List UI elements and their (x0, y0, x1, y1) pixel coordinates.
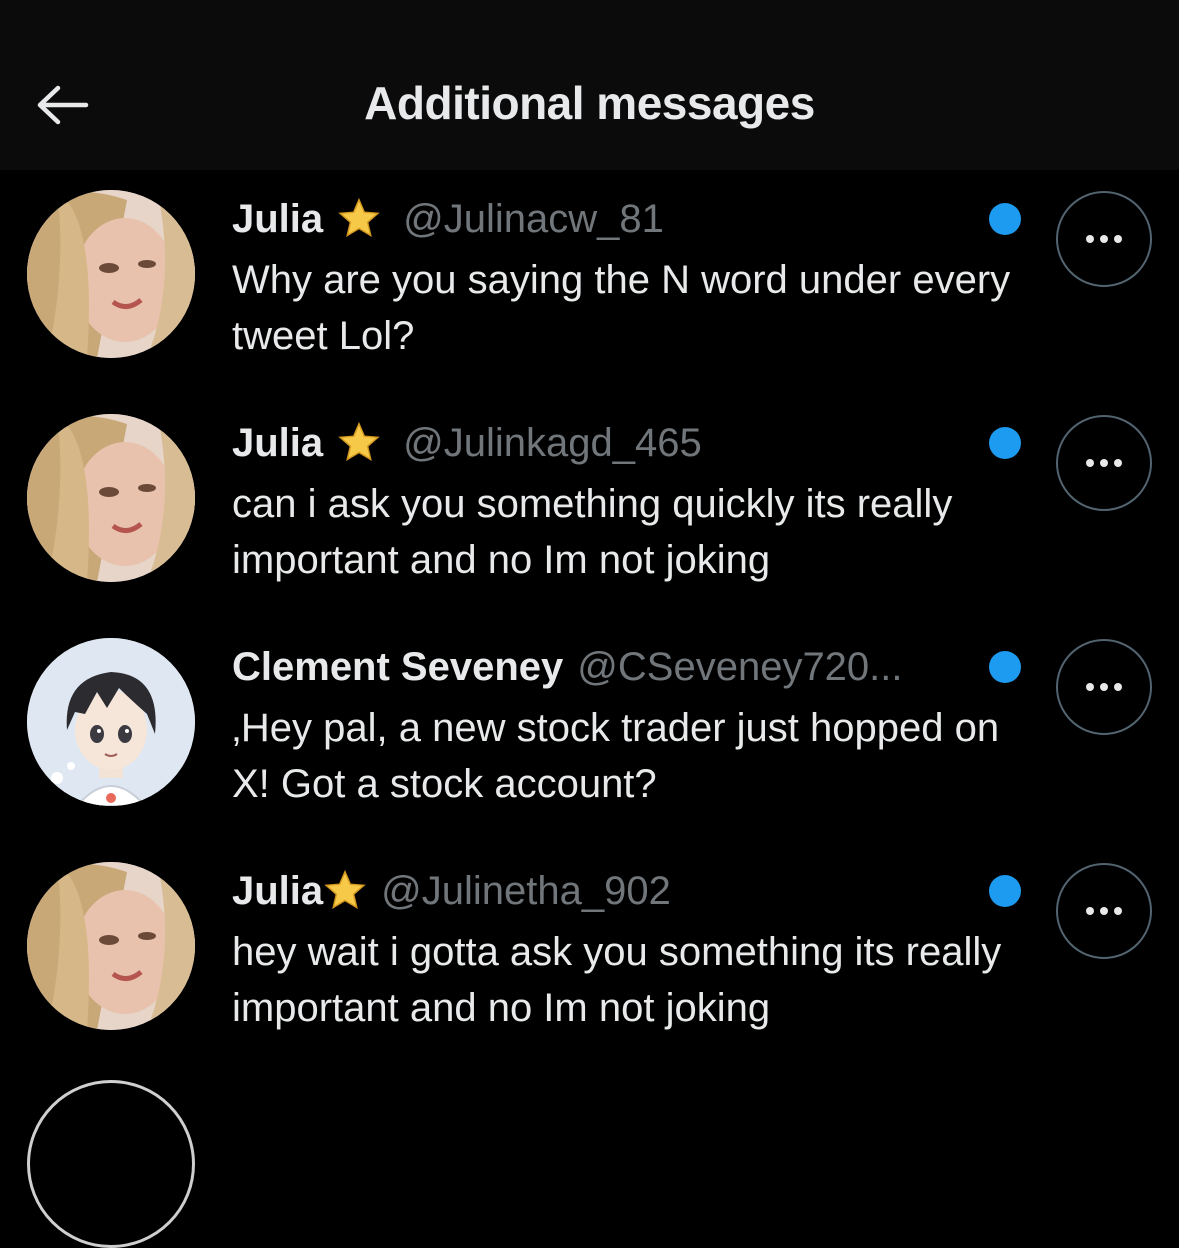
star-icon (337, 421, 381, 465)
more-options-button[interactable] (1056, 863, 1152, 959)
message-text: Why are you saying the N word under ever… (232, 258, 1011, 358)
message-header: Julia @Julinkagd_465 (232, 418, 702, 468)
unread-indicator (989, 427, 1021, 459)
avatar[interactable] (27, 190, 195, 358)
sender-handle: @Julinacw_81 (403, 196, 664, 241)
message-request-item[interactable]: Julia @Julinacw_81 Why are you saying th… (0, 170, 1179, 394)
avatar[interactable] (27, 1080, 195, 1248)
message-header: Clement Seveney @CSeveney720... (232, 642, 903, 692)
message-request-item[interactable]: Clement Seveney @CSeveney720... ‚Hey pal… (0, 618, 1179, 842)
message-text: hey wait i gotta ask you something its r… (232, 930, 1002, 1030)
sender-handle: @Julinetha_902 (381, 868, 671, 913)
sender-name: Julia (232, 868, 324, 913)
avatar[interactable] (27, 638, 195, 806)
message-text: ‚Hey pal, a new stock trader just hopped… (232, 706, 1000, 806)
sender-handle: @CSeveney720... (577, 644, 903, 689)
more-dots-icon (1086, 459, 1094, 467)
star-icon (337, 197, 381, 241)
message-header: Julia @Julinetha_902 (232, 866, 671, 916)
sender-handle: @Julinkagd_465 (403, 420, 702, 465)
more-options-button[interactable] (1056, 639, 1152, 735)
more-dots-icon (1086, 235, 1094, 243)
more-options-button[interactable] (1056, 415, 1152, 511)
more-dots-icon (1086, 907, 1094, 915)
message-request-item[interactable]: Julia @Julinkagd_465 can i ask you somet… (0, 394, 1179, 618)
sender-name: Clement Seveney (232, 644, 564, 689)
sender-name: Julia (232, 420, 324, 465)
more-dots-icon (1086, 683, 1094, 691)
unread-indicator (989, 651, 1021, 683)
avatar[interactable] (27, 414, 195, 582)
star-icon (323, 869, 367, 913)
message-text: can i ask you something quickly its real… (232, 482, 953, 582)
unread-indicator (989, 203, 1021, 235)
page-title: Additional messages (364, 77, 815, 129)
unread-indicator (989, 875, 1021, 907)
top-bar: Additional messages (0, 0, 1179, 170)
sender-name: Julia (232, 196, 324, 241)
message-header: Julia @Julinacw_81 (232, 194, 664, 244)
avatar[interactable] (27, 862, 195, 1030)
message-request-item[interactable]: Julia @Julinetha_902 hey wait i gotta as… (0, 842, 1179, 1066)
more-options-button[interactable] (1056, 191, 1152, 287)
